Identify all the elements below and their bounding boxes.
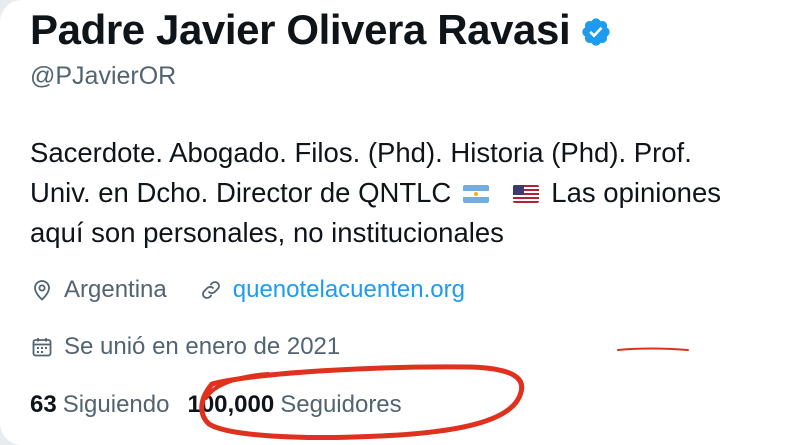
bio-line-2: Univ. en Dcho. Director de QNTLC Las opin… — [30, 173, 800, 213]
display-name: Padre Javier Olivera Ravasi — [30, 6, 571, 53]
location-text: Argentina — [64, 276, 167, 303]
profile-meta-row: Argentina quenotelacuenten.org — [30, 276, 465, 304]
followers-link[interactable]: 100,000 Seguidores — [187, 391, 401, 419]
profile-handle: @PJavierOR — [30, 62, 177, 90]
usa-flag-icon — [513, 185, 540, 203]
followers-label: Seguidores — [280, 391, 402, 418]
bio-line-2-start: Univ. en Dcho. Director de QNTLC — [30, 177, 452, 208]
follow-stats-row: 63 Siguiendo 100,000 Seguidores — [30, 391, 402, 419]
bio-line-3: aquí son personales, no institucionales — [30, 217, 504, 248]
following-count: 63 — [30, 391, 57, 418]
verified-badge-icon[interactable] — [580, 16, 612, 48]
bio-line-2-end: Las opiniones — [551, 177, 722, 208]
website-item[interactable]: quenotelacuenten.org — [199, 276, 465, 304]
link-icon — [201, 281, 220, 299]
location-item: Argentina — [30, 276, 167, 304]
argentina-flag-icon — [463, 185, 490, 203]
following-label: Siguiendo — [62, 391, 170, 418]
bio-line-1: Sacerdote. Abogado. Filos. (Phd). Histor… — [30, 137, 692, 168]
location-pin-icon — [34, 280, 50, 301]
joined-text: Se unió en enero de 2021 — [64, 333, 341, 360]
following-link[interactable]: 63 Siguiendo — [30, 391, 169, 419]
followers-count: 100,000 — [187, 391, 275, 418]
website-link[interactable]: quenotelacuenten.org — [233, 276, 465, 304]
joined-row: Se unió en enero de 2021 — [30, 333, 340, 361]
calendar-icon — [32, 338, 52, 357]
red-underline-mark — [617, 347, 689, 351]
profile-card: Padre Javier Olivera Ravasi @PJavierOR S… — [0, 0, 800, 445]
profile-bio: Sacerdote. Abogado. Filos. (Phd). Histor… — [30, 133, 800, 253]
name-row: Padre Javier Olivera Ravasi — [30, 6, 612, 54]
